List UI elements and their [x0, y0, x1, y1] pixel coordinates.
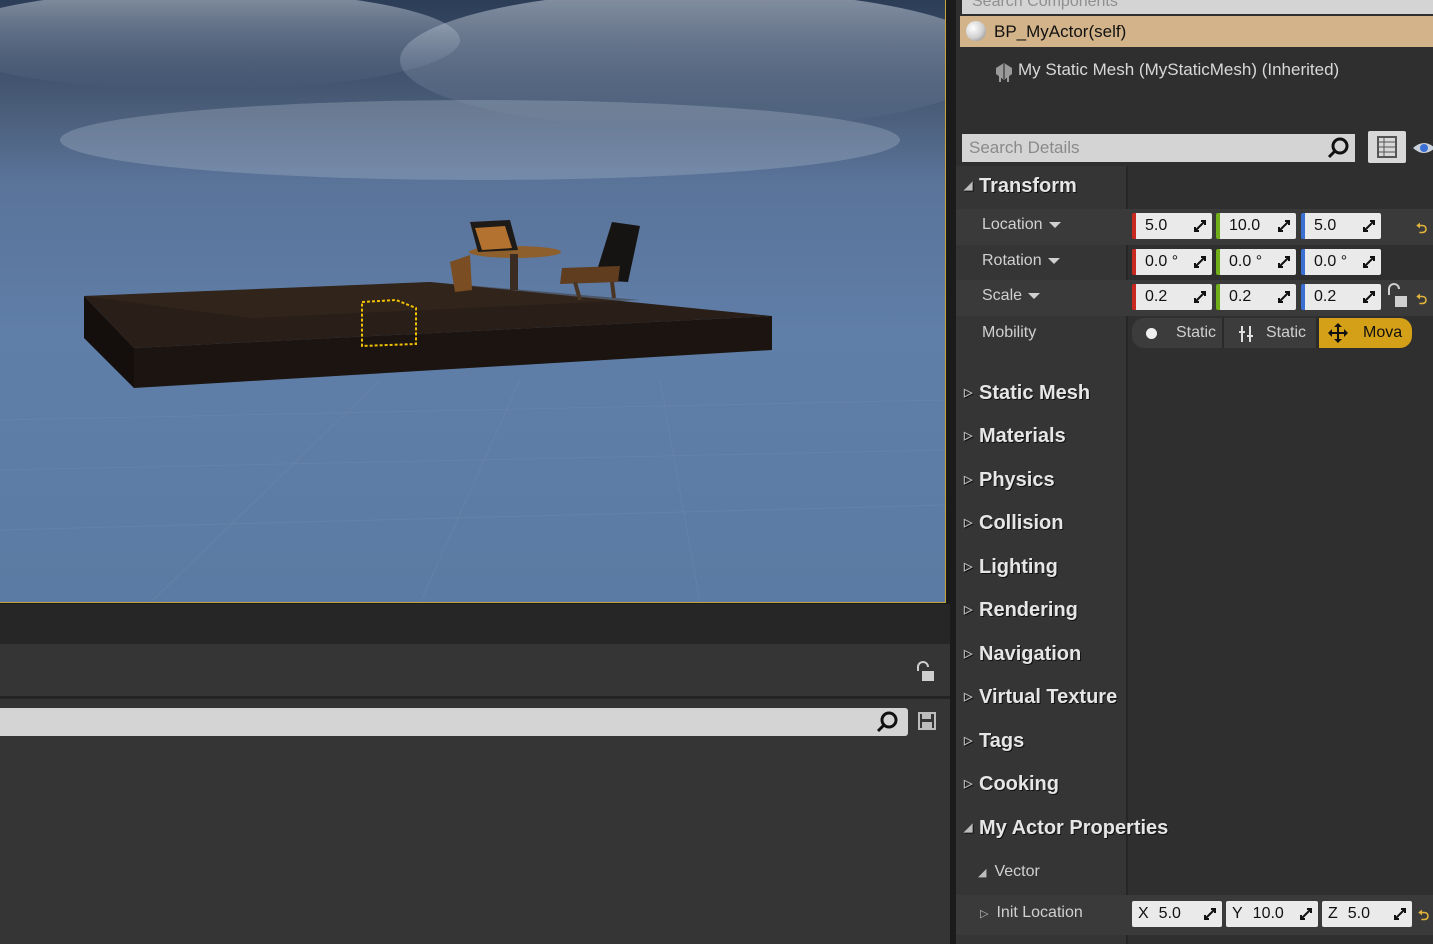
mobility-static-option[interactable]: Static [1132, 318, 1222, 348]
stationary-icon [1239, 326, 1253, 342]
mobility-selector[interactable]: Static Static Mova [1132, 318, 1412, 348]
drag-arrow-icon [1300, 908, 1312, 920]
location-z-field[interactable]: 5.0 [1301, 213, 1381, 239]
details-search-input[interactable]: Search Details [962, 134, 1355, 162]
dropdown-arrow-icon[interactable] [1048, 221, 1061, 228]
vector-group[interactable]: ◢ Vector [978, 863, 1040, 881]
grid-icon [1377, 136, 1397, 158]
init-location-label[interactable]: ▷ Init Location [980, 904, 1083, 922]
collapsed-arrow-icon: ▷ [964, 517, 973, 529]
rotation-label[interactable]: Rotation [982, 252, 1060, 270]
floor-mesh [84, 282, 772, 388]
init-location-x-field[interactable]: X 5.0 [1132, 901, 1222, 927]
move-arrows-icon [1328, 323, 1348, 343]
mobility-label: Mobility [982, 324, 1037, 341]
viewport-toolbar-strip [0, 604, 950, 644]
expanded-arrow-icon: ◢ [964, 822, 973, 834]
category-transform[interactable]: ◢ Transform [964, 171, 1077, 201]
drag-arrow-icon [1363, 256, 1375, 268]
drag-arrow-icon [1278, 291, 1290, 303]
location-y-field[interactable]: 10.0 [1216, 213, 1296, 239]
drag-arrow-icon [1278, 220, 1290, 232]
expanded-arrow-icon: ◢ [978, 867, 987, 879]
scale-z-field[interactable]: 0.2 [1301, 284, 1381, 310]
category-cooking[interactable]: ▷ Cooking [964, 769, 1059, 799]
drag-arrow-icon [1194, 291, 1206, 303]
details-panel: Search Components BP_MyActor(self) My St… [956, 0, 1433, 944]
mobility-stationary-option[interactable]: Static [1224, 318, 1316, 348]
component-root-label: BP_MyActor(self) [994, 22, 1127, 41]
location-x-field[interactable]: 5.0 [1132, 213, 1212, 239]
category-materials[interactable]: ▷ Materials [964, 421, 1066, 451]
search-icon[interactable] [1326, 137, 1350, 168]
init-location-y-field[interactable]: Y 10.0 [1226, 901, 1318, 927]
init-location-z-field[interactable]: Z 5.0 [1322, 901, 1412, 927]
component-child-item[interactable]: My Static Mesh (MyStaticMesh) (Inherited… [994, 58, 1339, 82]
drag-arrow-icon [1194, 256, 1206, 268]
rotation-y-field[interactable]: 0.0 ° [1216, 249, 1296, 275]
reset-to-default-icon[interactable]: ⮌ [1416, 218, 1427, 242]
collapsed-arrow-icon: ▷ [964, 648, 973, 660]
details-search-placeholder: Search Details [969, 138, 1080, 157]
content-search-input[interactable] [0, 708, 908, 736]
component-child-label: My Static Mesh (MyStaticMesh) (Inherited… [1018, 60, 1340, 79]
category-rendering[interactable]: ▷ Rendering [964, 595, 1078, 625]
scale-label[interactable]: Scale [982, 287, 1041, 305]
panel-separator [0, 696, 950, 699]
drag-arrow-icon [1363, 220, 1375, 232]
drag-arrow-icon [1204, 908, 1216, 920]
property-matrix-button[interactable] [1368, 131, 1406, 163]
category-lighting[interactable]: ▷ Lighting [964, 552, 1058, 582]
expanded-arrow-icon: ◢ [964, 180, 973, 192]
rotation-z-field[interactable]: 0.0 ° [1301, 249, 1381, 275]
category-physics[interactable]: ▷ Physics [964, 465, 1055, 495]
mobility-movable-option[interactable]: Mova [1319, 318, 1412, 348]
reset-to-default-icon[interactable]: ⮌ [1418, 905, 1429, 929]
collapsed-arrow-icon: ▷ [964, 604, 973, 616]
collapsed-arrow-icon: ▷ [964, 691, 973, 703]
sphere-icon [966, 21, 986, 41]
collapsed-arrow-icon: ▷ [964, 778, 973, 790]
unlock-icon[interactable] [1386, 283, 1408, 314]
category-navigation[interactable]: ▷ Navigation [964, 639, 1081, 669]
component-root-item[interactable]: BP_MyActor(self) [960, 16, 1433, 47]
category-tags[interactable]: ▷ Tags [964, 726, 1024, 756]
lock-icon[interactable] [914, 661, 934, 688]
collapsed-arrow-icon: ▷ [964, 387, 973, 399]
rotation-x-field[interactable]: 0.0 ° [1132, 249, 1212, 275]
collapsed-arrow-icon: ▷ [964, 430, 973, 442]
scale-x-field[interactable]: 0.2 [1132, 284, 1212, 310]
category-my-actor-properties[interactable]: ◢ My Actor Properties [964, 813, 1168, 843]
static-dot-icon [1146, 328, 1157, 339]
drag-arrow-icon [1194, 220, 1206, 232]
viewport-scene [0, 0, 945, 602]
dropdown-arrow-icon[interactable] [1028, 292, 1041, 299]
drag-arrow-icon [1278, 256, 1290, 268]
collapsed-arrow-icon: ▷ [980, 908, 989, 920]
dropdown-arrow-icon[interactable] [1047, 257, 1060, 264]
drag-arrow-icon [1363, 291, 1375, 303]
drag-arrow-icon [1394, 908, 1406, 920]
collapsed-arrow-icon: ▷ [964, 561, 973, 573]
search-icon[interactable] [876, 711, 900, 738]
collapsed-arrow-icon: ▷ [964, 474, 973, 486]
category-label: Transform [979, 175, 1077, 197]
static-mesh-icon [994, 60, 1014, 89]
reset-to-default-icon[interactable]: ⮌ [1416, 289, 1427, 313]
scale-y-field[interactable]: 0.2 [1216, 284, 1296, 310]
content-browser-panel [0, 644, 950, 944]
save-icon[interactable] [918, 712, 936, 735]
level-viewport[interactable] [0, 0, 946, 603]
collapsed-arrow-icon: ▷ [964, 735, 973, 747]
category-static-mesh[interactable]: ▷ Static Mesh [964, 378, 1090, 408]
eye-icon[interactable] [1412, 140, 1433, 161]
location-label[interactable]: Location [982, 216, 1061, 234]
category-virtual-texture[interactable]: ▷ Virtual Texture [964, 682, 1117, 712]
components-search-input[interactable]: Search Components [962, 0, 1433, 14]
category-collision[interactable]: ▷ Collision [964, 508, 1063, 538]
